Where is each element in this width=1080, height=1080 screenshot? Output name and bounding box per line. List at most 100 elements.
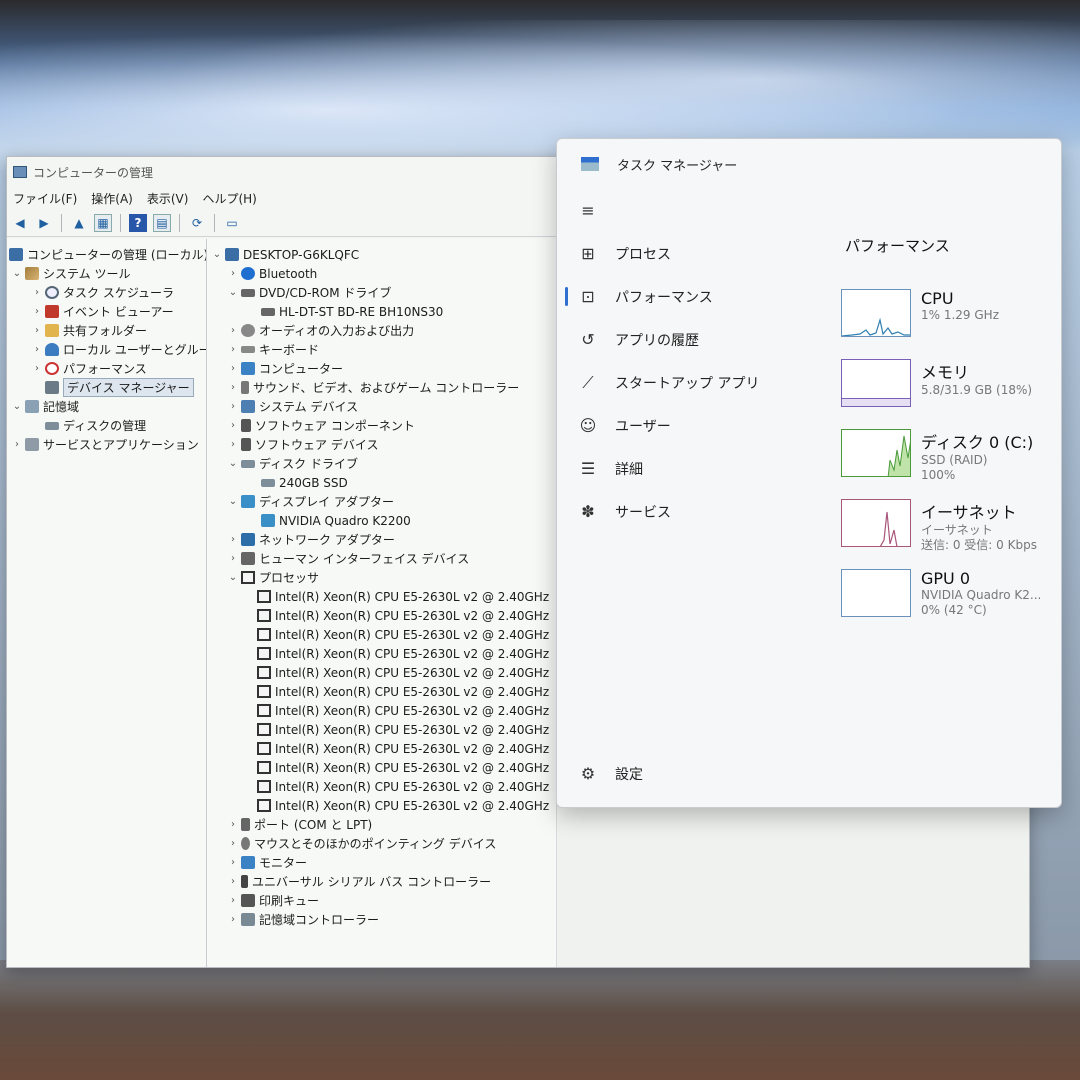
- device-computer[interactable]: › コンピューター: [207, 359, 556, 378]
- chevron-right-icon[interactable]: ›: [227, 838, 239, 849]
- tree-services-apps[interactable]: › サービスとアプリケーション: [7, 435, 206, 454]
- chevron-right-icon[interactable]: ›: [31, 325, 43, 336]
- nav-app-history[interactable]: ↺ アプリの履歴: [557, 318, 827, 361]
- chevron-right-icon[interactable]: ›: [227, 344, 239, 355]
- processor-item[interactable]: Intel(R) Xeon(R) CPU E5-2630L v2 @ 2.40G…: [207, 682, 556, 701]
- nav-startup[interactable]: ⟋ スタートアップ アプリ: [557, 361, 827, 404]
- nav-details[interactable]: ☰ 詳細: [557, 447, 827, 490]
- hamburger-icon[interactable]: ≡: [579, 201, 597, 220]
- tree-system-tools[interactable]: ⌄ システム ツール: [7, 264, 206, 283]
- chevron-down-icon[interactable]: ⌄: [227, 572, 239, 583]
- chevron-right-icon[interactable]: ›: [227, 914, 239, 925]
- device-display-adapters[interactable]: ⌄ ディスプレイ アダプター: [207, 492, 556, 511]
- chevron-down-icon[interactable]: ⌄: [227, 496, 239, 507]
- processor-item[interactable]: Intel(R) Xeon(R) CPU E5-2630L v2 @ 2.40G…: [207, 625, 556, 644]
- perf-gpu[interactable]: GPU 0 NVIDIA Quadro K2... 0% (42 °C): [827, 569, 1061, 639]
- device-software-devices[interactable]: › ソフトウェア デバイス: [207, 435, 556, 454]
- perf-memory[interactable]: メモリ 5.8/31.9 GB (18%): [827, 359, 1061, 429]
- device-bluetooth[interactable]: › Bluetooth: [207, 264, 556, 283]
- chevron-right-icon[interactable]: ›: [227, 363, 239, 374]
- device-software-components[interactable]: › ソフトウェア コンポーネント: [207, 416, 556, 435]
- chevron-right-icon[interactable]: ›: [31, 287, 43, 298]
- chevron-right-icon[interactable]: ›: [31, 344, 43, 355]
- help-icon[interactable]: ?: [129, 213, 147, 232]
- chevron-right-icon[interactable]: ›: [227, 857, 239, 868]
- device-storage-controllers[interactable]: › 記憶域コントローラー: [207, 910, 556, 929]
- chevron-right-icon[interactable]: ›: [227, 819, 239, 830]
- device-monitors[interactable]: › モニター: [207, 853, 556, 872]
- chevron-right-icon[interactable]: ›: [31, 306, 43, 317]
- perf-disk[interactable]: ディスク 0 (C:) SSD (RAID) 100%: [827, 429, 1061, 499]
- chevron-right-icon[interactable]: ›: [227, 268, 239, 279]
- monitor-icon[interactable]: ▭: [223, 214, 241, 232]
- tree-task-scheduler[interactable]: › タスク スケジューラ: [7, 283, 206, 302]
- chevron-right-icon[interactable]: ›: [227, 420, 239, 431]
- device-mice[interactable]: › マウスとそのほかのポインティング デバイス: [207, 834, 556, 853]
- chevron-right-icon[interactable]: ›: [227, 382, 239, 393]
- tree-disk-management[interactable]: ディスクの管理: [7, 416, 206, 435]
- processor-item[interactable]: Intel(R) Xeon(R) CPU E5-2630L v2 @ 2.40G…: [207, 739, 556, 758]
- menu-help[interactable]: ヘルプ(H): [202, 190, 256, 207]
- forward-arrow-icon[interactable]: ▶: [35, 214, 53, 232]
- nav-performance[interactable]: ⊡ パフォーマンス: [557, 275, 827, 318]
- menu-file[interactable]: ファイル(F): [13, 190, 77, 207]
- nav-settings[interactable]: ⚙ 設定: [557, 752, 643, 795]
- device-system[interactable]: › システム デバイス: [207, 397, 556, 416]
- device-computer-root[interactable]: ⌄ DESKTOP-G6KLQFC: [207, 245, 556, 264]
- menu-view[interactable]: 表示(V): [147, 190, 189, 207]
- processor-item[interactable]: Intel(R) Xeon(R) CPU E5-2630L v2 @ 2.40G…: [207, 587, 556, 606]
- processor-item[interactable]: Intel(R) Xeon(R) CPU E5-2630L v2 @ 2.40G…: [207, 701, 556, 720]
- processor-item[interactable]: Intel(R) Xeon(R) CPU E5-2630L v2 @ 2.40G…: [207, 644, 556, 663]
- tree-event-viewer[interactable]: › イベント ビューアー: [7, 302, 206, 321]
- device-dvd-child[interactable]: HL-DT-ST BD-RE BH10NS30: [207, 302, 556, 321]
- nav-services[interactable]: ✽ サービス: [557, 490, 827, 533]
- tree-performance[interactable]: › パフォーマンス: [7, 359, 206, 378]
- device-usb[interactable]: › ユニバーサル シリアル バス コントローラー: [207, 872, 556, 891]
- chevron-down-icon[interactable]: ⌄: [11, 268, 23, 279]
- device-keyboard[interactable]: › キーボード: [207, 340, 556, 359]
- tree-device-manager[interactable]: デバイス マネージャー: [7, 378, 206, 397]
- nav-menu-toggle[interactable]: ≡: [557, 189, 827, 232]
- device-audio-io[interactable]: › オーディオの入力および出力: [207, 321, 556, 340]
- perf-ethernet[interactable]: イーサネット イーサネット 送信: 0 受信: 0 Kbps: [827, 499, 1061, 569]
- chevron-down-icon[interactable]: ⌄: [227, 287, 239, 298]
- device-disk-child[interactable]: 240GB SSD: [207, 473, 556, 492]
- device-hid[interactable]: › ヒューマン インターフェイス デバイス: [207, 549, 556, 568]
- processor-item[interactable]: Intel(R) Xeon(R) CPU E5-2630L v2 @ 2.40G…: [207, 606, 556, 625]
- chevron-down-icon[interactable]: ⌄: [211, 249, 223, 260]
- processor-item[interactable]: Intel(R) Xeon(R) CPU E5-2630L v2 @ 2.40G…: [207, 796, 556, 815]
- nav-users[interactable]: ☺ ユーザー: [557, 404, 827, 447]
- processor-item[interactable]: Intel(R) Xeon(R) CPU E5-2630L v2 @ 2.40G…: [207, 663, 556, 682]
- processor-item[interactable]: Intel(R) Xeon(R) CPU E5-2630L v2 @ 2.40G…: [207, 777, 556, 796]
- perf-cpu[interactable]: CPU 1% 1.29 GHz: [827, 289, 1061, 359]
- chevron-right-icon[interactable]: ›: [31, 363, 43, 374]
- tree-storage[interactable]: ⌄ 記憶域: [7, 397, 206, 416]
- device-sound[interactable]: › サウンド、ビデオ、およびゲーム コントローラー: [207, 378, 556, 397]
- device-processors[interactable]: ⌄ プロセッサ: [207, 568, 556, 587]
- chevron-right-icon[interactable]: ›: [227, 553, 239, 564]
- chevron-right-icon[interactable]: ›: [227, 325, 239, 336]
- scan-hardware-icon[interactable]: ⟳: [188, 214, 206, 232]
- menu-action[interactable]: 操作(A): [91, 190, 133, 207]
- device-dvd[interactable]: ⌄ DVD/CD-ROM ドライブ: [207, 283, 556, 302]
- chevron-down-icon[interactable]: ⌄: [11, 401, 23, 412]
- chevron-right-icon[interactable]: ›: [227, 534, 239, 545]
- processor-item[interactable]: Intel(R) Xeon(R) CPU E5-2630L v2 @ 2.40G…: [207, 720, 556, 739]
- chevron-right-icon[interactable]: ›: [227, 895, 239, 906]
- chevron-right-icon[interactable]: ›: [227, 401, 239, 412]
- device-print-queue[interactable]: › 印刷キュー: [207, 891, 556, 910]
- device-network[interactable]: › ネットワーク アダプター: [207, 530, 556, 549]
- tree-root[interactable]: コンピューターの管理 (ローカル): [7, 245, 206, 264]
- up-folder-icon[interactable]: ▲: [70, 214, 88, 232]
- processor-item[interactable]: Intel(R) Xeon(R) CPU E5-2630L v2 @ 2.40G…: [207, 758, 556, 777]
- chevron-right-icon[interactable]: ›: [227, 439, 239, 450]
- chevron-right-icon[interactable]: ›: [11, 439, 23, 450]
- device-disk-drives[interactable]: ⌄ ディスク ドライブ: [207, 454, 556, 473]
- chevron-down-icon[interactable]: ⌄: [227, 458, 239, 469]
- properties-icon[interactable]: ▤: [153, 213, 171, 232]
- nav-processes[interactable]: ⊞ プロセス: [557, 232, 827, 275]
- tree-local-users[interactable]: › ローカル ユーザーとグループ: [7, 340, 206, 359]
- device-ports[interactable]: › ポート (COM と LPT): [207, 815, 556, 834]
- chevron-right-icon[interactable]: ›: [227, 876, 239, 887]
- tree-shared-folders[interactable]: › 共有フォルダー: [7, 321, 206, 340]
